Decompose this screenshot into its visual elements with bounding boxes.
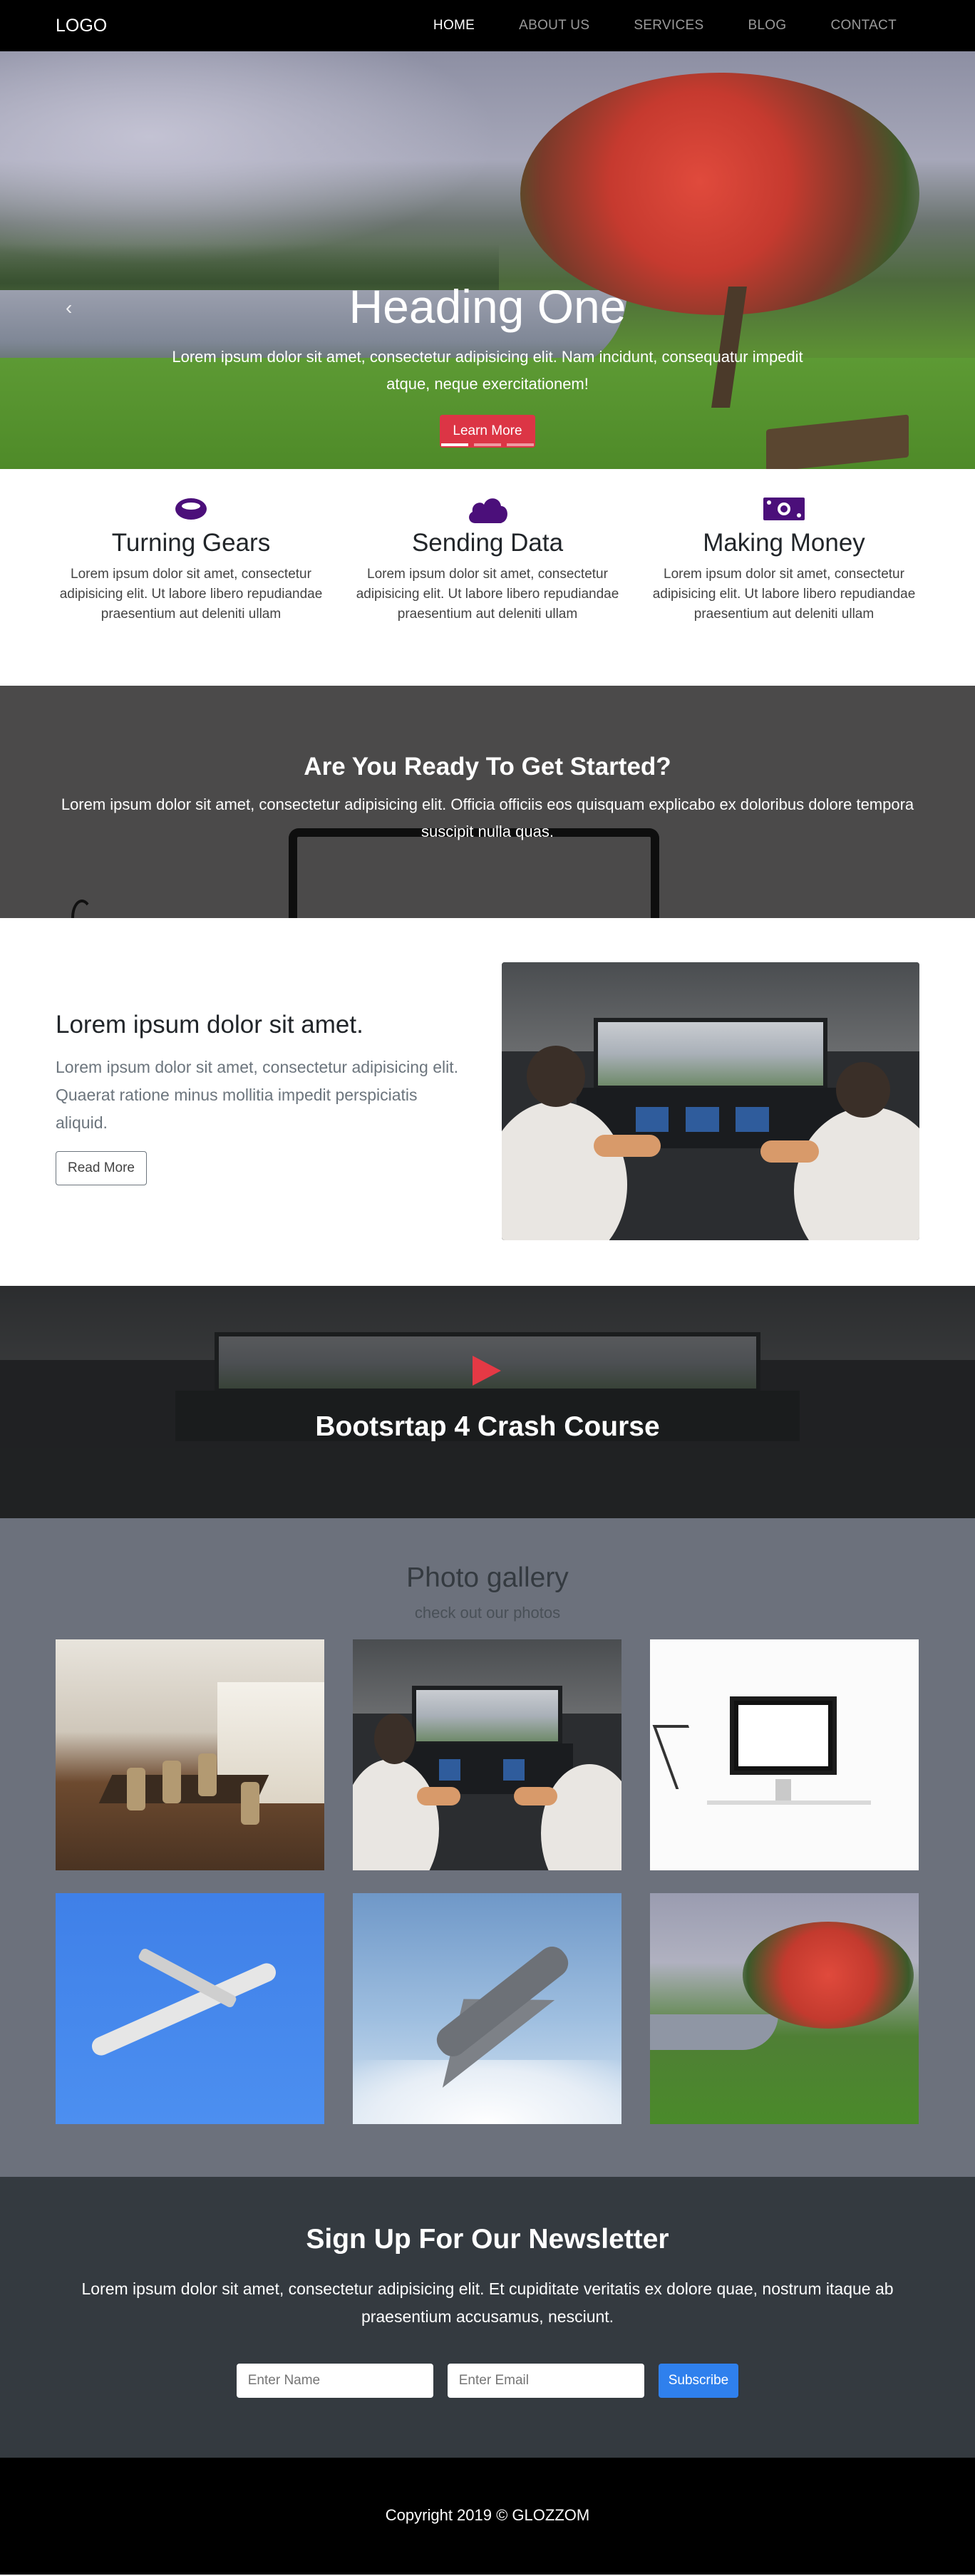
feature-card: Turning Gears Lorem ipsum dolor sit amet… (57, 490, 325, 686)
copyright-text: Copyright 2019 © GLOZZOM (385, 2506, 590, 2524)
carousel-indicator-1[interactable] (441, 443, 468, 446)
nav-menu: HOME ABOUT US SERVICES BLOG CONTACT (433, 18, 897, 34)
hero-tree (520, 73, 919, 315)
logo[interactable]: LOGO (56, 16, 107, 36)
ring-icon (57, 490, 325, 527)
feature-text: Lorem ipsum dolor sit amet, consectetur … (356, 567, 619, 622)
hero-text: Lorem ipsum dolor sit amet, consectetur … (172, 348, 803, 393)
nav-item-services[interactable]: SERVICES (634, 18, 703, 34)
carousel-indicators (0, 443, 975, 446)
feature-title: Making Money (703, 529, 865, 557)
play-icon[interactable] (473, 1356, 501, 1386)
gallery-photo-fighter-jet[interactable] (353, 1893, 621, 2124)
gallery-photo-tree[interactable] (650, 1893, 919, 2124)
email-input[interactable] (447, 2364, 644, 2398)
video-background (0, 1286, 975, 1518)
footer: Copyright 2019 © GLOZZOM (0, 2458, 975, 2575)
cockpit-image (502, 962, 919, 1240)
feature-card: Sending Data Lorem ipsum dolor sit amet,… (354, 490, 621, 686)
feature-text: Lorem ipsum dolor sit amet, consectetur … (652, 567, 916, 622)
money-icon (650, 490, 918, 527)
features-section: Turning Gears Lorem ipsum dolor sit amet… (0, 469, 975, 686)
hero-sky (0, 51, 499, 265)
feature-card: Making Money Lorem ipsum dolor sit amet,… (650, 490, 918, 686)
photo-gallery-section: Photo gallery check out our photos (0, 1518, 975, 2177)
carousel-indicator-3[interactable] (507, 443, 534, 446)
newsletter-text: Lorem ipsum dolor sit amet, consectetur … (81, 2279, 894, 2326)
hero-title: Heading One (349, 280, 626, 333)
hero-caption: Heading One Lorem ipsum dolor sit amet, … (0, 279, 975, 448)
info-text-block: Lorem ipsum dolor sit amet. Lorem ipsum … (56, 1011, 462, 1185)
feature-title: Turning Gears (111, 529, 271, 557)
page: LOGO HOME ABOUT US SERVICES BLOG CONTACT… (0, 0, 975, 2576)
get-started-title: Are You Ready To Get Started? (304, 753, 671, 780)
video-section: Bootsrtap 4 Crash Course (0, 1286, 975, 1518)
gallery-title: Photo gallery (406, 1562, 569, 1593)
nav-item-about-us[interactable]: ABOUT US (519, 18, 589, 34)
carousel-indicator-2[interactable] (474, 443, 501, 446)
subscribe-button[interactable]: Subscribe (658, 2364, 739, 2398)
get-started-section: Are You Ready To Get Started? Lorem ipsu… (0, 686, 975, 918)
gallery-photo-conference-room[interactable] (56, 1639, 324, 1870)
info-text: Lorem ipsum dolor sit amet, consectetur … (56, 1058, 459, 1132)
info-title: Lorem ipsum dolor sit amet. (56, 1011, 363, 1039)
newsletter-form: Subscribe (0, 2364, 975, 2398)
feature-title: Sending Data (411, 529, 564, 557)
gallery-photo-cockpit[interactable] (353, 1639, 621, 1870)
nav-item-contact[interactable]: CONTACT (830, 18, 897, 34)
gallery-grid (56, 1639, 919, 2124)
info-section: Lorem ipsum dolor sit amet. Lorem ipsum … (0, 918, 975, 1286)
gallery-photo-airplane[interactable] (56, 1893, 324, 2124)
feature-text: Lorem ipsum dolor sit amet, consectetur … (59, 567, 323, 622)
cloud-icon (354, 490, 621, 527)
name-input[interactable] (236, 2364, 433, 2398)
nav-item-home[interactable]: HOME (433, 18, 475, 34)
navbar: LOGO HOME ABOUT US SERVICES BLOG CONTACT (0, 0, 975, 51)
video-title: Bootsrtap 4 Crash Course (315, 1411, 660, 1442)
gallery-photo-desk[interactable] (650, 1639, 919, 1870)
newsletter-section: Sign Up For Our Newsletter Lorem ipsum d… (0, 2177, 975, 2458)
read-more-button[interactable]: Read More (56, 1151, 147, 1185)
gallery-subtitle: check out our photos (414, 1604, 561, 1622)
hero-carousel: ‹ Heading One Lorem ipsum dolor sit amet… (0, 51, 975, 469)
cable-background (71, 900, 93, 918)
newsletter-title: Sign Up For Our Newsletter (306, 2224, 669, 2255)
nav-item-blog[interactable]: BLOG (748, 18, 786, 34)
get-started-text: Lorem ipsum dolor sit amet, consectetur … (61, 795, 914, 840)
